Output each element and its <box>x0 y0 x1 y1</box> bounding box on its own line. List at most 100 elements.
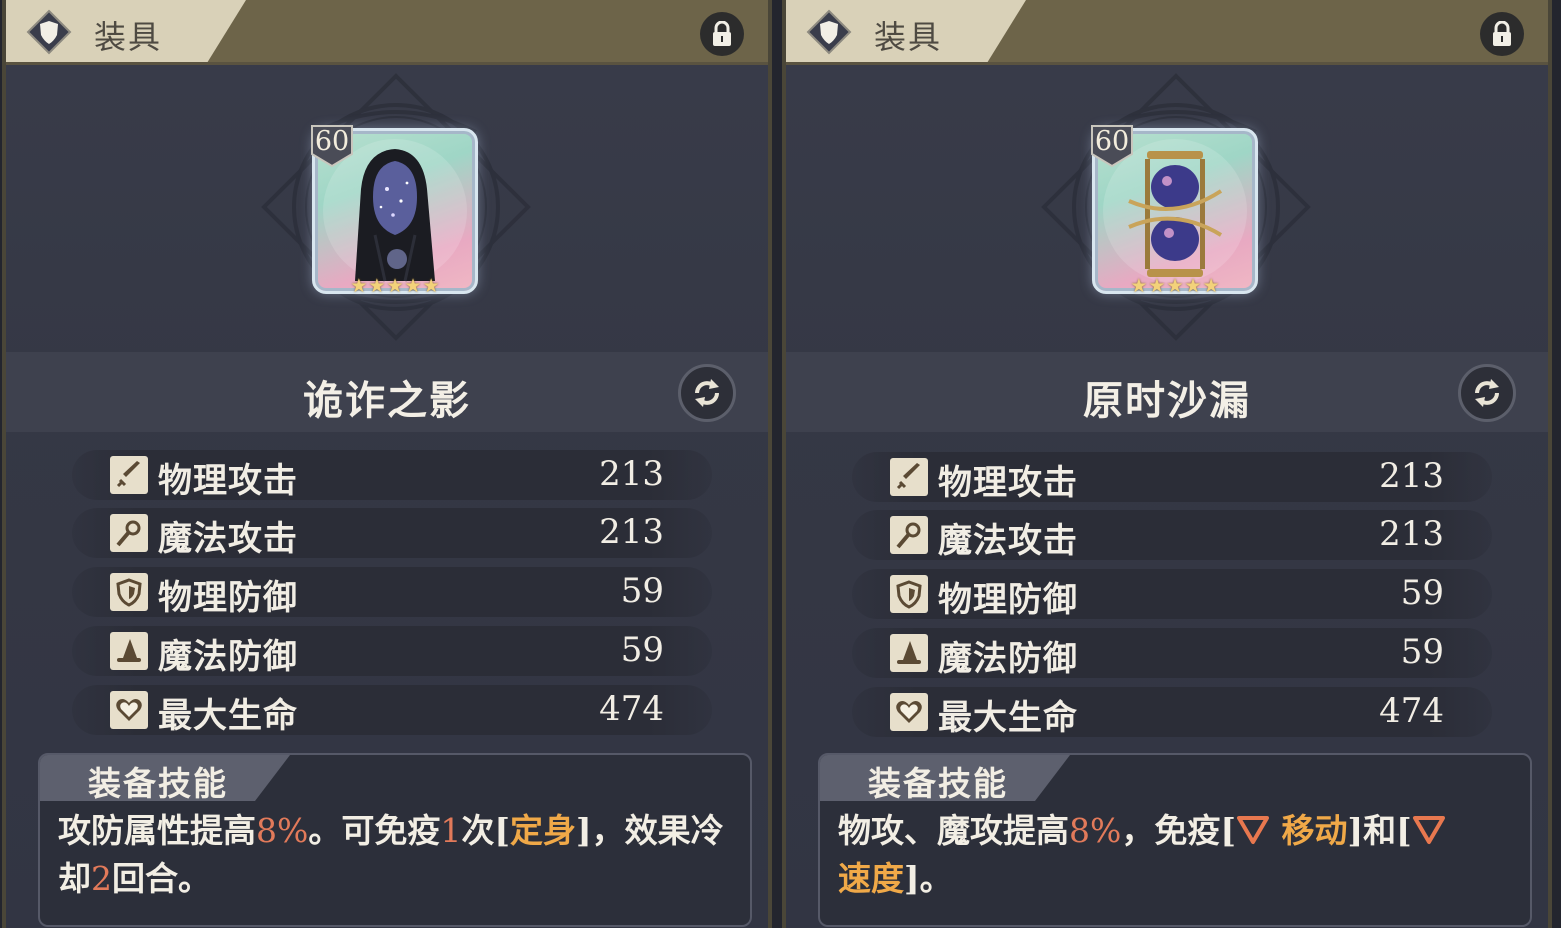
star-icon: ★ <box>386 275 404 297</box>
debuff-triangle-icon <box>1236 816 1269 844</box>
skill-text-part: ]。 <box>904 859 953 898</box>
skill-keyword[interactable]: 速度 <box>838 859 904 898</box>
stat-row-physical-attack: 物理攻击 213 <box>72 450 712 501</box>
skill-text-part: 次[ <box>461 811 510 850</box>
item-name: 诡诈之影 <box>303 377 471 424</box>
star-icon: ★ <box>422 275 440 297</box>
skill-text-part: 攻防属性提高 <box>58 811 256 850</box>
star-icon: ★ <box>1166 275 1184 297</box>
skill-tab: 装备技能 <box>40 755 290 801</box>
star-icon: ★ <box>1130 275 1148 297</box>
stat-row-max-hp: 最大生命 474 <box>852 687 1492 738</box>
stat-value: 213 <box>1379 514 1444 554</box>
skill-number: 8% <box>256 811 309 850</box>
stat-row-magic-attack: 魔法攻击 213 <box>72 508 712 559</box>
item-name-bar: 诡诈之影 <box>6 352 768 432</box>
skill-keyword[interactable]: 定身 <box>510 811 576 850</box>
wizard-hat-icon <box>890 634 928 672</box>
wand-icon <box>110 514 148 552</box>
wand-icon <box>890 516 928 554</box>
stat-label: 最大生命 <box>938 698 1078 738</box>
level-badge: 60 <box>1088 124 1136 168</box>
item-name: 原时沙漏 <box>1083 377 1251 424</box>
sword-icon <box>890 458 928 496</box>
stat-row-magic-defense: 魔法防御 59 <box>72 626 712 677</box>
stat-row-max-hp: 最大生命 474 <box>72 685 712 736</box>
shield-icon <box>26 9 72 55</box>
skill-text-part: ]和[ <box>1347 811 1412 850</box>
stat-value: 59 <box>1400 632 1444 672</box>
stat-label: 物理攻击 <box>938 463 1078 503</box>
header-title: 装具 <box>874 18 943 56</box>
stat-value: 59 <box>620 571 664 611</box>
lock-button[interactable] <box>1480 12 1524 56</box>
star-icon: ★ <box>1148 275 1166 297</box>
heart-icon <box>110 691 148 729</box>
skill-title: 装备技能 <box>868 764 1008 803</box>
skill-text-part: 。可免疫 <box>308 811 441 850</box>
star-icon: ★ <box>368 275 386 297</box>
stat-value: 59 <box>620 630 664 670</box>
star-rating: ★ ★ ★ ★ ★ <box>1120 276 1230 298</box>
star-icon: ★ <box>1184 275 1202 297</box>
swap-button[interactable] <box>678 364 736 422</box>
swap-button[interactable] <box>1458 364 1516 422</box>
stat-label: 物理防御 <box>938 580 1078 620</box>
stat-value: 474 <box>1379 691 1444 731</box>
skill-tab: 装备技能 <box>820 755 1070 801</box>
star-icon: ★ <box>404 275 422 297</box>
stat-row-magic-defense: 魔法防御 59 <box>852 628 1492 679</box>
debuff-triangle-icon <box>1412 816 1445 844</box>
equipment-panel-left: 装具 60 ★ ★ ★ ★ ★ 诡诈之影 物理攻击 213 魔法攻击 213 物… <box>2 0 772 928</box>
stat-value: 213 <box>1379 456 1444 496</box>
lock-button[interactable] <box>700 12 744 56</box>
stat-value: 474 <box>599 689 664 729</box>
stat-row-magic-attack: 魔法攻击 213 <box>852 510 1492 561</box>
skill-description: 物攻、魔攻提高8%，免疫[ 移动]和[ 速度]。 <box>838 807 1518 903</box>
shield-icon <box>110 573 148 611</box>
equipment-skill-box: 装备技能 物攻、魔攻提高8%，免疫[ 移动]和[ 速度]。 <box>818 753 1532 927</box>
skill-text-part: ，免疫[ <box>1121 811 1236 850</box>
shield-icon <box>890 575 928 613</box>
stat-row-physical-defense: 物理防御 59 <box>72 567 712 618</box>
stat-label: 魔法防御 <box>938 639 1078 679</box>
level-number: 60 <box>1094 126 1130 157</box>
stat-label: 物理防御 <box>158 578 298 618</box>
stat-label: 魔法防御 <box>158 637 298 677</box>
stat-label: 最大生命 <box>158 696 298 736</box>
lock-icon <box>1493 21 1511 46</box>
star-rating: ★ ★ ★ ★ ★ <box>340 276 450 298</box>
skill-description: 攻防属性提高8%。可免疫1次[定身]，效果冷却2回合。 <box>58 807 738 903</box>
level-number: 60 <box>314 126 350 157</box>
skill-keyword[interactable]: 移动 <box>1281 811 1347 850</box>
level-badge: 60 <box>308 124 356 168</box>
panel-header: 装具 <box>786 0 1548 65</box>
header-title: 装具 <box>94 18 163 56</box>
swap-icon <box>695 379 719 407</box>
stat-value: 213 <box>599 512 664 552</box>
lock-icon <box>713 21 731 46</box>
equipment-skill-box: 装备技能 攻防属性提高8%。可免疫1次[定身]，效果冷却2回合。 <box>38 753 752 927</box>
stat-row-physical-attack: 物理攻击 213 <box>852 452 1492 503</box>
stat-value: 213 <box>599 454 664 494</box>
stat-row-physical-defense: 物理防御 59 <box>852 569 1492 620</box>
skill-text-part: 物攻、魔攻提高 <box>838 811 1069 850</box>
wizard-hat-icon <box>110 632 148 670</box>
stat-label: 魔法攻击 <box>938 521 1078 561</box>
skill-number: 2 <box>91 859 112 898</box>
skill-text-part: 回合。 <box>112 859 211 898</box>
star-icon: ★ <box>350 275 368 297</box>
swap-icon <box>1475 379 1499 407</box>
equipment-panel-right: 装具 60 ★ ★ ★ ★ ★ 原时沙漏 物理攻击 213 魔法攻击 213 物… <box>782 0 1552 928</box>
sword-icon <box>110 456 148 494</box>
stat-label: 物理攻击 <box>158 461 298 501</box>
skill-number: 1 <box>440 811 462 850</box>
skill-number: 8% <box>1069 811 1122 850</box>
stat-label: 魔法攻击 <box>158 519 298 559</box>
skill-title: 装备技能 <box>88 764 228 803</box>
heart-icon <box>890 693 928 731</box>
item-name-bar: 原时沙漏 <box>786 352 1548 432</box>
stat-value: 59 <box>1400 573 1444 613</box>
star-icon: ★ <box>1202 275 1220 297</box>
shield-icon <box>806 9 852 55</box>
